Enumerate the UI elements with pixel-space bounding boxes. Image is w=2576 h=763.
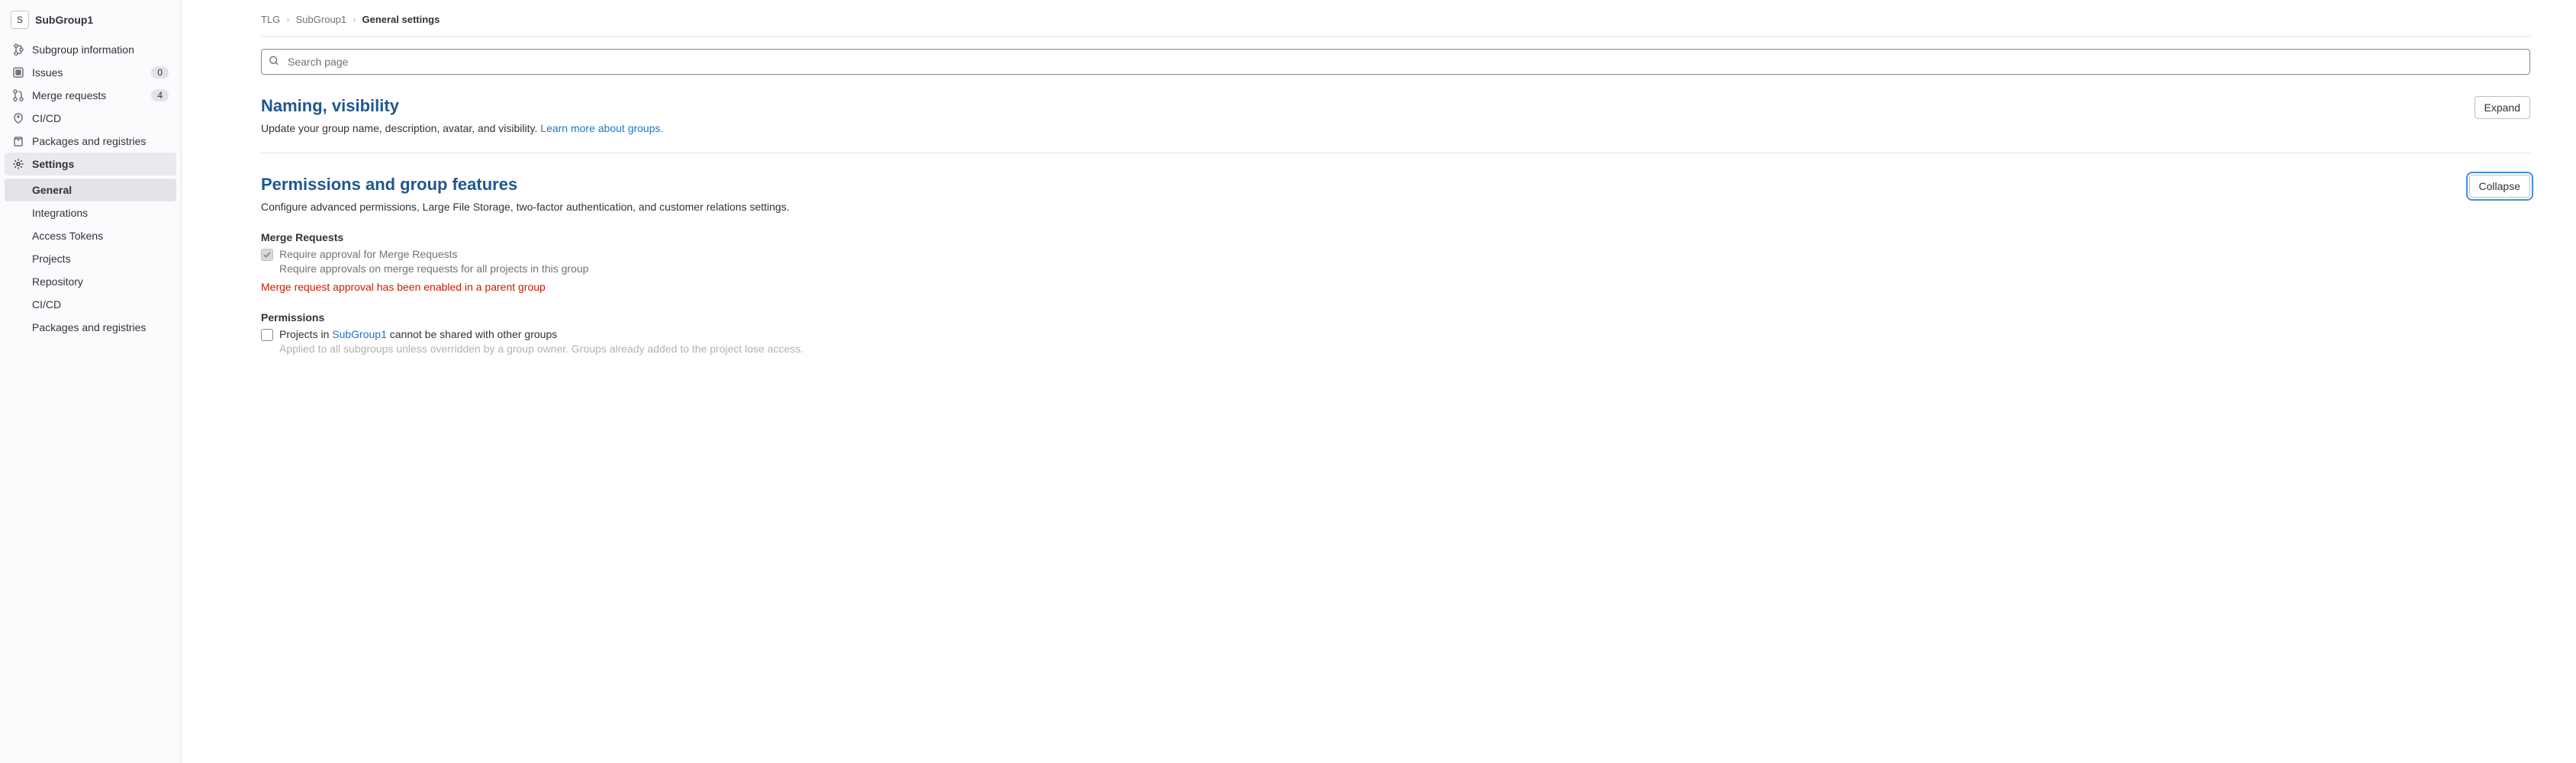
sidebar-item-label: Issues xyxy=(32,66,143,79)
sub-item-repository[interactable]: Repository xyxy=(5,270,176,293)
sidebar: S SubGroup1 Subgroup information Issues … xyxy=(0,0,182,763)
restrict-sharing-help: Applied to all subgroups unless overridd… xyxy=(279,343,2530,355)
sidebar-item-label: Settings xyxy=(32,158,169,170)
section-permissions: Permissions and group features Configure… xyxy=(261,175,2530,373)
section-title: Naming, visibility xyxy=(261,96,663,116)
rocket-icon xyxy=(12,112,24,124)
subgroup-link[interactable]: SubGroup1 xyxy=(332,328,387,340)
sidebar-item-label: Merge requests xyxy=(32,89,143,101)
info-icon xyxy=(12,43,24,56)
main-content: TLG › SubGroup1 › General settings Namin… xyxy=(182,0,2576,763)
search-wrapper xyxy=(261,49,2530,75)
collapse-button[interactable]: Collapse xyxy=(2469,175,2530,198)
group-avatar: S xyxy=(11,11,29,29)
sidebar-item-label: Packages and registries xyxy=(32,135,169,147)
group-title: SubGroup1 xyxy=(35,14,93,26)
section-description: Update your group name, description, ava… xyxy=(261,122,663,134)
package-icon xyxy=(12,135,24,147)
sidebar-item-cicd[interactable]: CI/CD xyxy=(5,107,176,130)
sidebar-item-label: Subgroup information xyxy=(32,43,169,56)
sidebar-item-issues[interactable]: Issues 0 xyxy=(5,61,176,84)
sub-item-access-tokens[interactable]: Access Tokens xyxy=(5,224,176,247)
nav-list: Subgroup information Issues 0 Merge requ… xyxy=(0,35,181,179)
subsection-title: Permissions xyxy=(261,311,2530,324)
require-approval-label: Require approval for Merge Requests xyxy=(279,248,457,260)
chevron-right-icon: › xyxy=(286,14,289,25)
sub-item-packages[interactable]: Packages and registries xyxy=(5,316,176,339)
require-approval-checkbox xyxy=(261,249,273,261)
sidebar-item-merge-requests[interactable]: Merge requests 4 xyxy=(5,84,176,107)
breadcrumb: TLG › SubGroup1 › General settings xyxy=(261,14,2530,37)
section-naming-visibility: Naming, visibility Update your group nam… xyxy=(261,96,2530,153)
expand-button[interactable]: Expand xyxy=(2475,96,2530,119)
search-input[interactable] xyxy=(261,49,2530,75)
breadcrumb-current: General settings xyxy=(362,14,440,25)
sub-item-general[interactable]: General xyxy=(5,179,176,201)
subsection-title: Merge Requests xyxy=(261,231,2530,243)
sidebar-item-subgroup-information[interactable]: Subgroup information xyxy=(5,38,176,61)
breadcrumb-link-tlg[interactable]: TLG xyxy=(261,14,280,25)
sidebar-item-label: CI/CD xyxy=(32,112,169,124)
section-title: Permissions and group features xyxy=(261,175,790,195)
sub-item-integrations[interactable]: Integrations xyxy=(5,201,176,224)
learn-more-link[interactable]: Learn more about groups. xyxy=(540,122,663,134)
merge-requests-badge: 4 xyxy=(151,89,169,101)
subsection-permissions: Permissions Projects in SubGroup1 cannot… xyxy=(261,311,2530,355)
subsection-merge-requests: Merge Requests Require approval for Merg… xyxy=(261,231,2530,293)
section-description: Configure advanced permissions, Large Fi… xyxy=(261,201,790,213)
sub-item-projects[interactable]: Projects xyxy=(5,247,176,270)
require-approval-help: Require approvals on merge requests for … xyxy=(279,262,2530,275)
issues-icon xyxy=(12,66,24,79)
breadcrumb-link-subgroup1[interactable]: SubGroup1 xyxy=(296,14,347,25)
sidebar-header[interactable]: S SubGroup1 xyxy=(0,6,181,35)
settings-sublist: General Integrations Access Tokens Proje… xyxy=(0,179,181,339)
issues-badge: 0 xyxy=(151,66,169,79)
gear-icon xyxy=(12,158,24,170)
chevron-right-icon: › xyxy=(353,14,356,25)
search-icon xyxy=(269,56,279,69)
sidebar-item-settings[interactable]: Settings xyxy=(5,153,176,175)
approval-warning-text: Merge request approval has been enabled … xyxy=(261,281,2530,293)
sub-item-cicd[interactable]: CI/CD xyxy=(5,293,176,316)
restrict-sharing-label: Projects in SubGroup1 cannot be shared w… xyxy=(279,328,557,340)
merge-request-icon xyxy=(12,89,24,101)
sidebar-item-packages[interactable]: Packages and registries xyxy=(5,130,176,153)
restrict-sharing-checkbox[interactable] xyxy=(261,329,273,341)
